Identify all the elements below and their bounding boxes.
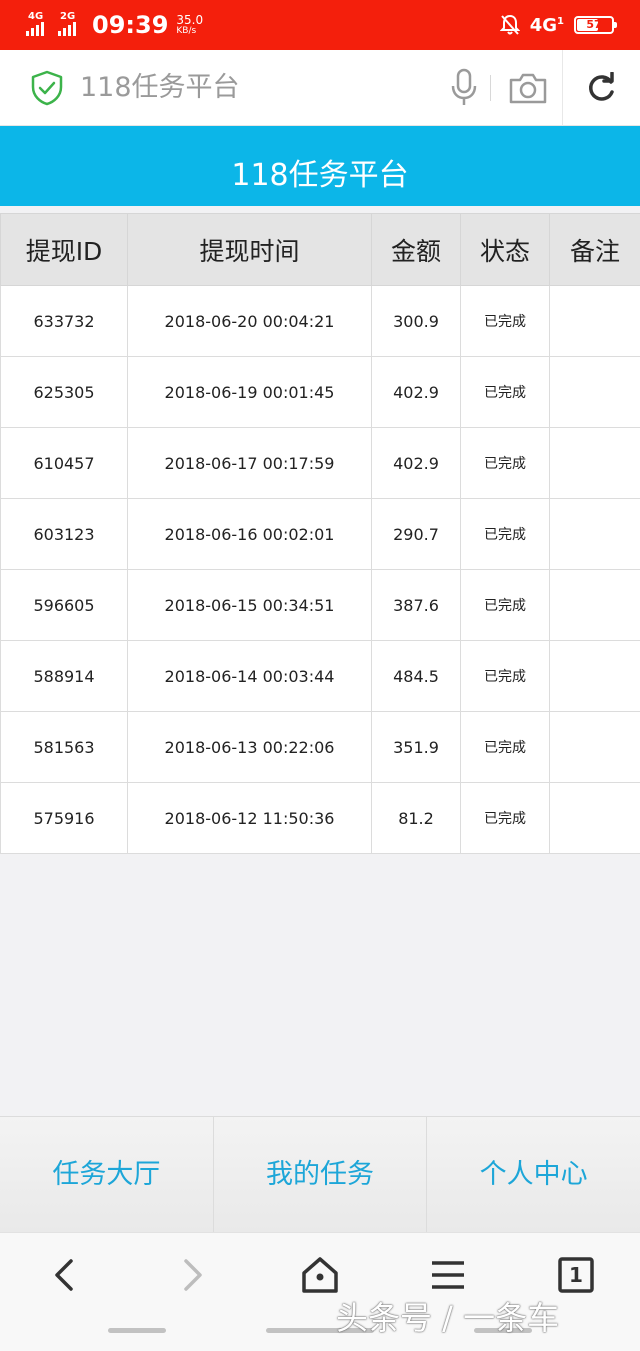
cell-status: 已完成 [460,569,550,641]
cell-id: 575916 [0,782,128,854]
cell-time: 2018-06-20 00:04:21 [127,285,372,357]
header-note: 备注 [549,213,640,286]
cell-time: 2018-06-17 00:17:59 [127,427,372,499]
reload-icon[interactable] [585,72,617,104]
cell-time: 2018-06-13 00:22:06 [127,711,372,783]
cell-status: 已完成 [460,356,550,428]
app-bottom-nav: 任务大厅 我的任务 个人中心 [0,1116,640,1232]
tabs-icon[interactable]: 1 [554,1253,598,1297]
cell-time: 2018-06-16 00:02:01 [127,498,372,570]
nav-my-tasks[interactable]: 我的任务 [214,1117,428,1232]
cell-id: 603123 [0,498,128,570]
cell-note [549,782,640,854]
header-withdraw-time: 提现时间 [127,213,372,286]
table-row: 581563 2018-06-13 00:22:06 351.9 已完成 [0,711,640,783]
cell-note [549,711,640,783]
cell-id: 581563 [0,711,128,783]
header-withdraw-id: 提现ID [0,213,128,286]
cell-status: 已完成 [460,427,550,499]
watermark: 头条号 / 一条车 [336,1299,560,1337]
divider [490,75,491,101]
table-row: 603123 2018-06-16 00:02:01 290.7 已完成 [0,498,640,570]
nav-task-hall[interactable]: 任务大厅 [0,1117,214,1232]
cell-id: 596605 [0,569,128,641]
home-icon[interactable] [298,1253,342,1297]
cell-note [549,640,640,712]
cell-status: 已完成 [460,711,550,783]
cell-time: 2018-06-14 00:03:44 [127,640,372,712]
signal-2g-icon: 2G [58,12,88,38]
battery-icon: 57 [574,16,617,34]
table-row: 633732 2018-06-20 00:04:21 300.9 已完成 [0,285,640,357]
cell-status: 已完成 [460,285,550,357]
table-header-row: 提现ID 提现时间 金额 状态 备注 [0,213,640,286]
tab-count: 1 [569,1263,583,1287]
cell-note [549,569,640,641]
table-row: 625305 2018-06-19 00:01:45 402.9 已完成 [0,356,640,428]
cell-id: 588914 [0,640,128,712]
table-row: 596605 2018-06-15 00:34:51 387.6 已完成 [0,569,640,641]
cell-time: 2018-06-19 00:01:45 [127,356,372,428]
cell-id: 610457 [0,427,128,499]
page-title: 118任务平台 [0,126,640,206]
nav-personal-center[interactable]: 个人中心 [427,1117,640,1232]
cell-note [549,498,640,570]
cell-amount: 387.6 [371,569,461,641]
address-bar: 118任务平台 [0,50,640,126]
cell-note [549,285,640,357]
cell-amount: 351.9 [371,711,461,783]
network-4g-indicator: 4G1 [529,14,564,36]
cell-amount: 290.7 [371,498,461,570]
back-icon[interactable] [43,1253,87,1297]
cell-id: 625305 [0,356,128,428]
status-bar: 4G 2G 09:39 35.0 KB/s 4G1 57 [0,0,640,50]
shield-check-icon [31,70,63,106]
header-amount: 金额 [371,213,461,286]
cell-status: 已完成 [460,782,550,854]
cell-note [549,356,640,428]
microphone-icon[interactable] [448,67,480,107]
camera-icon[interactable] [508,70,548,106]
cell-amount: 402.9 [371,427,461,499]
cell-time: 2018-06-15 00:34:51 [127,569,372,641]
table-row: 575916 2018-06-12 11:50:36 81.2 已完成 [0,782,640,854]
menu-icon[interactable] [426,1253,470,1297]
cell-id: 633732 [0,285,128,357]
forward-icon[interactable] [170,1253,214,1297]
cell-status: 已完成 [460,498,550,570]
cell-amount: 300.9 [371,285,461,357]
cell-note [549,427,640,499]
table-row: 610457 2018-06-17 00:17:59 402.9 已完成 [0,427,640,499]
silent-bell-icon [499,14,520,35]
gesture-bar [108,1328,166,1333]
network-speed: 35.0 KB/s [176,12,204,36]
header-status: 状态 [460,213,550,286]
cell-status: 已完成 [460,640,550,712]
table-row: 588914 2018-06-14 00:03:44 484.5 已完成 [0,640,640,712]
divider [562,50,563,126]
withdrawal-table: 提现ID 提现时间 金额 状态 备注 633732 2018-06-20 00:… [0,213,640,854]
cell-amount: 81.2 [371,782,461,854]
cell-time: 2018-06-12 11:50:36 [127,782,372,854]
signal-4g-icon: 4G [26,12,56,38]
cell-amount: 402.9 [371,356,461,428]
url-field[interactable]: 118任务平台 [80,70,240,106]
cell-amount: 484.5 [371,640,461,712]
status-time: 09:39 [92,11,169,39]
